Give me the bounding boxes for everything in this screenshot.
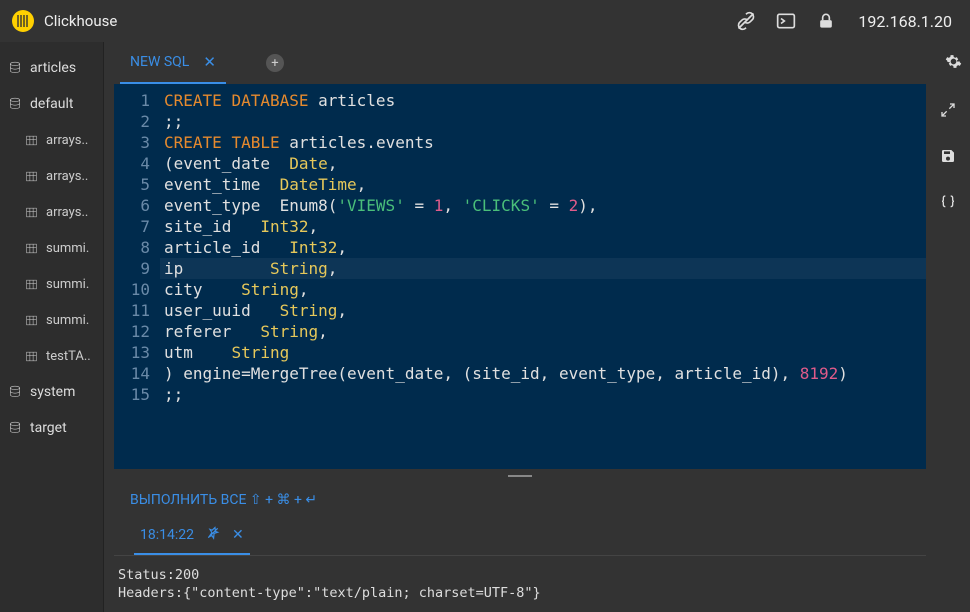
sidebar-table[interactable]: summi. — [0, 230, 103, 266]
table-icon — [22, 278, 40, 291]
editor-splitter[interactable] — [114, 469, 926, 483]
table-label: summi. — [46, 241, 89, 256]
close-icon[interactable]: ✕ — [203, 53, 216, 71]
server-address: 192.168.1.20 — [858, 12, 952, 31]
database-icon — [6, 97, 24, 111]
save-icon[interactable] — [940, 148, 956, 168]
table-label: summi. — [46, 277, 89, 292]
table-icon — [22, 350, 40, 363]
sidebar-table[interactable]: testTA.. — [0, 338, 103, 374]
fullscreen-icon[interactable] — [940, 102, 956, 122]
add-tab-button[interactable]: + — [266, 54, 284, 72]
table-label: summi. — [46, 313, 89, 328]
editor-tabbar: NEW SQL ✕ + — [104, 42, 970, 84]
editor-right-rail — [926, 84, 970, 612]
sql-editor[interactable]: 123456789101112131415 CREATE DATABASE ar… — [114, 84, 926, 469]
result-tab[interactable]: 18:14:22 ✕ — [134, 517, 250, 555]
editor-gutter: 123456789101112131415 — [114, 84, 160, 469]
result-body: Status:200 Headers:{"content-type":"text… — [114, 555, 926, 612]
table-icon — [22, 314, 40, 327]
app-header: Clickhouse 192.168.1.20 — [0, 0, 970, 42]
result-tab-label: 18:14:22 — [140, 527, 194, 543]
database-label: target — [30, 420, 67, 436]
run-all-button[interactable]: ВЫПОЛНИТЬ ВСЕ ⇧ + ⌘ + ↵ — [130, 492, 317, 508]
sidebar-table[interactable]: summi. — [0, 266, 103, 302]
table-icon — [22, 134, 40, 147]
database-icon — [6, 61, 24, 75]
sidebar-database[interactable]: articles — [0, 50, 103, 86]
table-icon — [22, 206, 40, 219]
close-icon[interactable]: ✕ — [232, 527, 244, 543]
gear-icon[interactable] — [945, 53, 962, 74]
editor-code[interactable]: CREATE DATABASE articles;;CREATE TABLE a… — [160, 84, 926, 469]
tab-label: NEW SQL — [130, 54, 189, 70]
app-title: Clickhouse — [44, 12, 117, 30]
app-logo — [12, 10, 34, 32]
run-bar: ВЫПОЛНИТЬ ВСЕ ⇧ + ⌘ + ↵ — [114, 483, 926, 517]
tab-active[interactable]: NEW SQL ✕ — [120, 42, 226, 84]
table-icon — [22, 170, 40, 183]
database-icon — [6, 421, 24, 435]
lock-icon[interactable] — [806, 11, 846, 31]
database-sidebar: articles default arrays.. arrays.. arrays.. s… — [0, 42, 104, 612]
sidebar-database[interactable]: target — [0, 410, 103, 446]
console-icon[interactable] — [766, 11, 806, 31]
sidebar-resize-handle[interactable]: || — [103, 319, 104, 335]
sidebar-table[interactable]: arrays.. — [0, 194, 103, 230]
pin-icon[interactable] — [206, 526, 220, 544]
sidebar-table[interactable]: summi. — [0, 302, 103, 338]
sidebar-database[interactable]: system — [0, 374, 103, 410]
table-label: arrays.. — [46, 205, 88, 220]
database-label: system — [30, 384, 75, 400]
sidebar-table[interactable]: arrays.. — [0, 158, 103, 194]
sidebar-table[interactable]: arrays.. — [0, 122, 103, 158]
result-tabbar: 18:14:22 ✕ — [114, 517, 926, 555]
table-label: testTA.. — [46, 349, 91, 364]
database-icon — [6, 385, 24, 399]
disconnect-icon[interactable] — [726, 11, 766, 31]
table-label: arrays.. — [46, 169, 88, 184]
table-icon — [22, 242, 40, 255]
sidebar-database[interactable]: default — [0, 86, 103, 122]
database-label: default — [30, 96, 74, 112]
database-label: articles — [30, 60, 76, 76]
braces-icon[interactable] — [940, 194, 956, 214]
table-label: arrays.. — [46, 133, 88, 148]
